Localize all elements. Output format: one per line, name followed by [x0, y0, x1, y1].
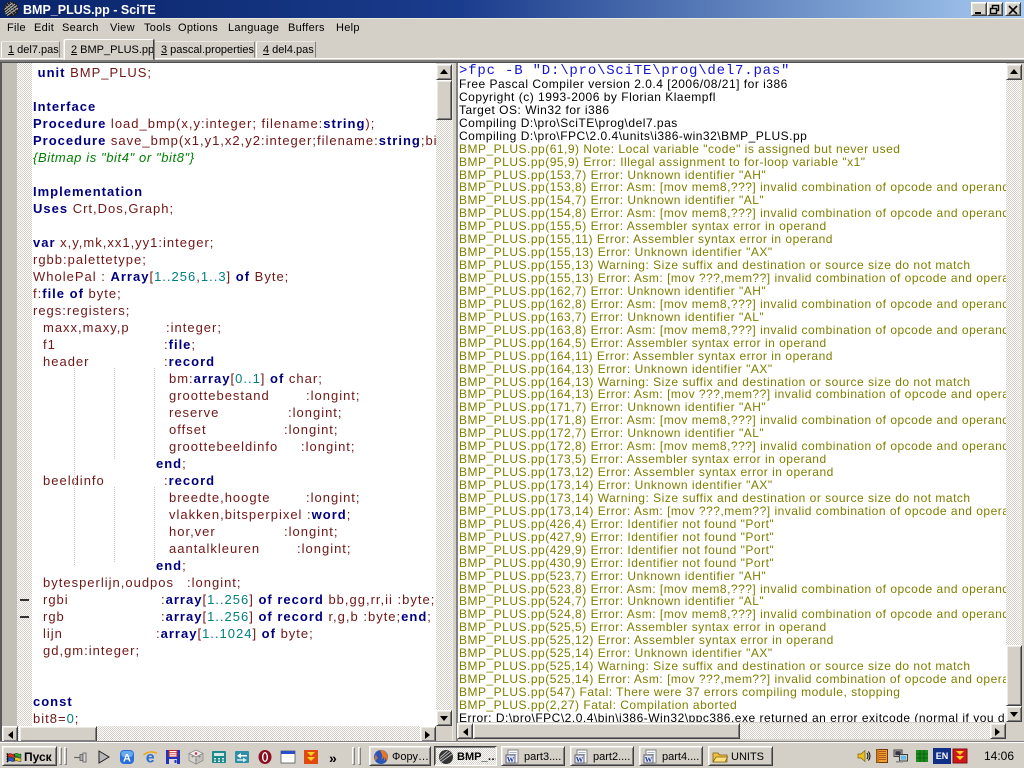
svg-text:W: W	[576, 755, 584, 764]
svg-text:A: A	[123, 753, 131, 765]
svg-text:W: W	[507, 755, 515, 764]
svg-text:W: W	[645, 755, 653, 764]
